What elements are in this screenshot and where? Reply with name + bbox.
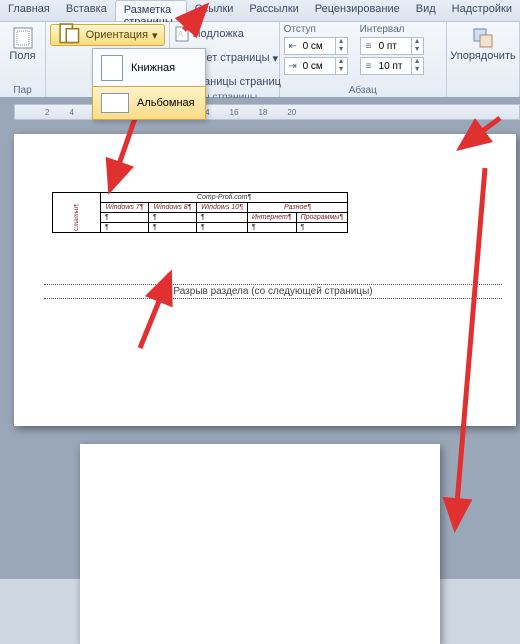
watermark-label: Подложка [193,28,244,40]
table-title: Comp-Profi.com¶ [101,193,348,203]
indent-left-icon: ⇤ [285,41,301,52]
tab-mailings[interactable]: Рассылки [241,0,306,21]
portrait-page-icon [101,55,123,81]
group-label-para: Пар [4,85,41,97]
section-break-marker: Разрыв раздела (со следующей страницы) [44,284,502,299]
margins-button[interactable]: Поля [4,24,41,85]
orientation-dropdown: Книжная Альбомная [92,48,206,120]
arrange-label: Упорядочить [450,50,515,62]
spacing-after-spinner[interactable]: ≡ 10 пт ▲▼ [360,57,424,75]
tab-addins[interactable]: Надстройки [444,0,520,21]
page-portrait[interactable] [80,444,440,644]
landscape-page-icon [101,93,129,113]
indent-heading: Отступ [284,24,348,35]
spacing-before-value: 0 пт [377,41,411,52]
horizontal-ruler[interactable]: 2 4 6 8 10 12 14 16 18 20 [14,104,520,120]
orientation-icon [57,21,82,49]
indent-right-value: 0 см [301,61,335,72]
indent-right-icon: ⇥ [285,61,301,72]
landscape-label: Альбомная [137,97,195,109]
indent-left-value: 0 см [301,41,335,52]
portrait-label: Книжная [131,62,175,74]
arrange-button[interactable]: Упорядочить [451,24,515,85]
spacing-before-icon: ≡ [361,41,377,52]
tab-references[interactable]: Ссылки [187,0,242,21]
orientation-label: Ориентация [86,29,148,41]
orientation-button[interactable]: Ориентация ▾ [50,24,165,46]
table-row-header: Статьи¶ [53,193,101,233]
chevron-down-icon: ▾ [272,52,278,65]
tab-home[interactable]: Главная [0,0,58,21]
ribbon: Поля Пар Ориентация ▾ Книжная Альбомная [0,22,520,98]
tab-page-layout[interactable]: Разметка страницы [115,0,187,21]
watermark-button[interactable]: A Подложка [174,24,275,44]
orientation-landscape[interactable]: Альбомная [92,86,206,120]
margins-icon [11,26,35,50]
tab-insert[interactable]: Вставка [58,0,115,21]
spacing-after-value: 10 пт [377,61,411,72]
spacing-heading: Интервал [360,24,424,35]
arrange-icon [471,26,495,50]
document-area: 2 4 6 8 10 12 14 16 18 20 Статьи¶ Comp-P… [0,98,520,579]
indent-left-spinner[interactable]: ⇤ 0 см ▲▼ [284,37,348,55]
group-label-paragraph: Абзац [284,85,442,97]
content-table[interactable]: Статьи¶ Comp-Profi.com¶ Windows 7¶ Windo… [52,192,348,233]
margins-label: Поля [9,50,35,62]
ribbon-tabstrip: Главная Вставка Разметка страницы Ссылки… [0,0,520,22]
page-landscape[interactable]: Статьи¶ Comp-Profi.com¶ Windows 7¶ Windo… [14,134,516,426]
chevron-down-icon: ▾ [152,29,158,42]
orientation-portrait[interactable]: Книжная [93,49,205,87]
spacing-after-icon: ≡ [361,61,377,72]
indent-right-spinner[interactable]: ⇥ 0 см ▲▼ [284,57,348,75]
spacing-before-spinner[interactable]: ≡ 0 пт ▲▼ [360,37,424,55]
tab-review[interactable]: Рецензирование [307,0,408,21]
watermark-icon: A [174,26,190,42]
tab-view[interactable]: Вид [408,0,444,21]
svg-text:A: A [178,30,184,39]
